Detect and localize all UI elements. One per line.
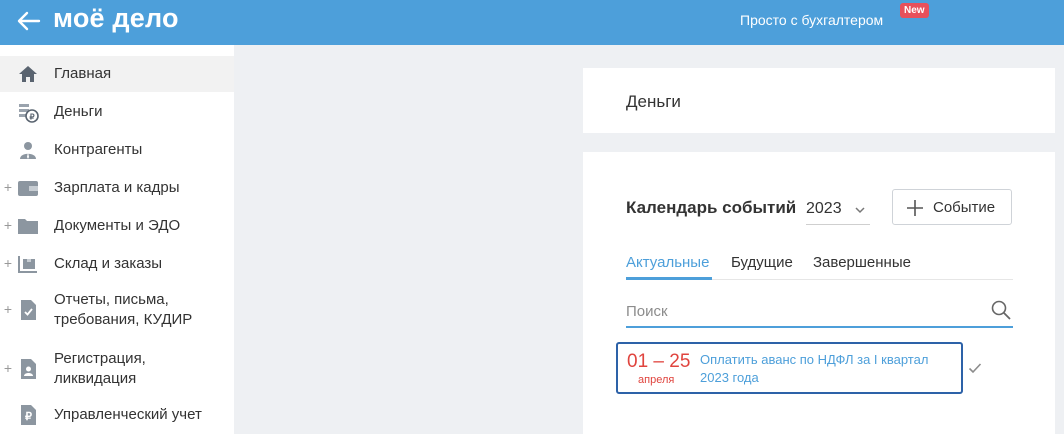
report-icon bbox=[17, 299, 39, 321]
search-box bbox=[626, 295, 1013, 328]
page-title: Деньги bbox=[626, 92, 681, 111]
event-item[interactable]: 01 – 25 апреля Оплатить аванс по НДФЛ за… bbox=[616, 342, 963, 394]
checkmark-icon[interactable] bbox=[968, 362, 982, 374]
sidebar-item-warehouse[interactable]: + Склад и заказы bbox=[0, 246, 234, 282]
year-value: 2023 bbox=[806, 200, 842, 217]
add-event-label: Событие bbox=[933, 199, 996, 216]
folder-icon bbox=[17, 215, 39, 237]
sidebar-item-label: Документы и ЭДО bbox=[54, 217, 181, 234]
active-tab-indicator bbox=[626, 277, 712, 280]
add-event-button[interactable]: Событие bbox=[892, 189, 1012, 225]
year-select[interactable]: 2023 bbox=[806, 196, 870, 225]
coins-icon: ₽ bbox=[17, 101, 39, 123]
event-month: апреля bbox=[638, 374, 675, 386]
label-line-1: Отчеты, письма, bbox=[54, 291, 169, 308]
event-tabs: Актуальные Будущие Завершенные bbox=[626, 248, 1013, 280]
tab-actual[interactable]: Актуальные bbox=[626, 254, 709, 271]
search-icon[interactable] bbox=[990, 299, 1012, 321]
sidebar-item-documents[interactable]: + Документы и ЭДО bbox=[0, 208, 234, 244]
label-line-2: ликвидация bbox=[54, 370, 137, 387]
sidebar-item-reports[interactable]: + Отчеты, письма, требования, КУДИР bbox=[0, 285, 234, 335]
expand-plus-icon[interactable]: + bbox=[3, 360, 13, 376]
event-title-link[interactable]: Оплатить аванс по НДФЛ за I квартал 2023… bbox=[700, 351, 950, 387]
sidebar-item-label: Склад и заказы bbox=[54, 255, 163, 272]
sidebar-item-label: Регистрация, ликвидация bbox=[54, 349, 146, 389]
calendar-title: Календарь событий bbox=[626, 198, 797, 217]
back-arrow-icon[interactable] bbox=[15, 8, 43, 34]
expand-plus-icon[interactable]: + bbox=[3, 217, 13, 233]
expand-plus-icon[interactable]: + bbox=[3, 255, 13, 271]
person-icon bbox=[17, 139, 39, 161]
sidebar-item-registration[interactable]: + Регистрация, ликвидация bbox=[0, 344, 234, 394]
sidebar-item-management[interactable]: ₽ Управленческий учет bbox=[0, 397, 234, 433]
wallet-icon bbox=[17, 177, 39, 199]
label-line-2: требования, КУДИР bbox=[54, 311, 193, 328]
sidebar: Главная ₽ Деньги Контрагенты + Зарплата … bbox=[0, 45, 234, 434]
expand-plus-icon[interactable]: + bbox=[3, 179, 13, 195]
promo-link[interactable]: Просто с бухгалтером bbox=[740, 12, 883, 28]
home-icon bbox=[17, 63, 39, 85]
tab-future[interactable]: Будущие bbox=[731, 254, 793, 271]
plus-icon bbox=[907, 200, 923, 216]
sidebar-item-label: Главная bbox=[54, 65, 112, 82]
sidebar-item-label: Отчеты, письма, требования, КУДИР bbox=[54, 290, 192, 330]
svg-text:₽: ₽ bbox=[25, 411, 32, 423]
tab-completed[interactable]: Завершенные bbox=[813, 254, 911, 271]
warehouse-icon bbox=[17, 253, 39, 275]
chevron-down-icon bbox=[855, 207, 865, 214]
ruble-icon: ₽ bbox=[17, 404, 39, 426]
expand-plus-icon[interactable]: + bbox=[3, 301, 13, 317]
section-header-card: Деньги bbox=[583, 68, 1055, 133]
sidebar-item-label: Зарплата и кадры bbox=[54, 179, 180, 196]
registration-icon bbox=[17, 358, 39, 380]
sidebar-item-contractors[interactable]: Контрагенты bbox=[0, 132, 234, 168]
event-date-range: 01 – 25 bbox=[627, 351, 691, 372]
sidebar-item-label: Контрагенты bbox=[54, 141, 143, 158]
sidebar-item-money[interactable]: ₽ Деньги bbox=[0, 94, 234, 130]
top-bar: моё дело Просто с бухгалтером New bbox=[0, 0, 1064, 45]
sidebar-item-salary[interactable]: + Зарплата и кадры bbox=[0, 170, 234, 206]
svg-text:₽: ₽ bbox=[29, 113, 34, 122]
new-badge: New bbox=[900, 3, 929, 18]
search-input[interactable] bbox=[626, 300, 986, 322]
label-line-1: Регистрация, bbox=[54, 350, 146, 367]
events-calendar-card: Календарь событий 2023 Событие Актуальны… bbox=[583, 152, 1055, 434]
sidebar-item-label: Деньги bbox=[54, 103, 103, 120]
sidebar-item-label: Управленческий учет bbox=[54, 406, 202, 423]
sidebar-item-home[interactable]: Главная bbox=[0, 56, 234, 92]
logo[interactable]: моё дело bbox=[53, 3, 179, 34]
